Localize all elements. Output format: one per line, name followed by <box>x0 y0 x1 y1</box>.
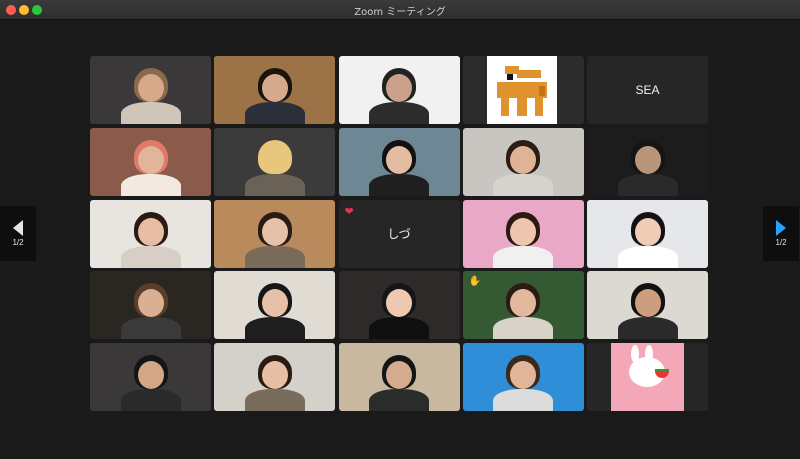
participant-silhouette <box>240 279 310 340</box>
participant-video <box>214 271 336 340</box>
participant-tile[interactable] <box>90 56 211 124</box>
participant-name: しづ <box>387 227 411 241</box>
participant-video <box>338 343 460 411</box>
participant-tile[interactable] <box>338 127 460 196</box>
raised-hand-icon: ✋ <box>468 276 482 288</box>
participant-tile[interactable] <box>462 56 584 124</box>
participant-video <box>587 127 708 196</box>
pixel-dog-avatar <box>486 56 557 124</box>
participant-silhouette <box>488 279 558 340</box>
heart-reaction-icon: ❤ <box>344 205 354 218</box>
previous-page-button[interactable]: 1/2 <box>0 206 36 261</box>
participant-video <box>587 271 708 340</box>
participant-silhouette <box>116 136 186 196</box>
participant-tile[interactable] <box>587 127 708 196</box>
participant-silhouette <box>116 279 186 340</box>
participant-tile[interactable] <box>462 343 584 411</box>
participant-video <box>90 56 211 124</box>
participant-video <box>338 127 460 196</box>
participant-tile[interactable]: しづ ❤ <box>338 199 460 268</box>
participant-silhouette <box>364 64 434 124</box>
participant-tile[interactable] <box>90 127 211 196</box>
participant-silhouette <box>240 351 310 411</box>
participant-tile[interactable] <box>214 343 336 411</box>
participant-video <box>90 343 211 411</box>
window-title: Zoom ミーティング <box>354 7 446 18</box>
participant-silhouette <box>488 136 558 196</box>
participant-silhouette <box>488 351 558 411</box>
participant-video <box>214 127 336 196</box>
participant-silhouette <box>116 208 186 268</box>
participant-tile[interactable] <box>462 127 584 196</box>
participant-tile[interactable] <box>90 199 211 268</box>
participant-tile[interactable] <box>338 56 460 124</box>
participant-silhouette <box>240 136 310 196</box>
participant-video <box>338 271 460 340</box>
window-titlebar: Zoom ミーティング <box>0 0 800 20</box>
participant-silhouette <box>488 208 558 268</box>
next-page-button[interactable]: 1/2 <box>763 206 799 261</box>
participant-tile[interactable] <box>587 343 708 411</box>
participant-video <box>214 56 336 124</box>
participant-tile[interactable] <box>338 343 460 411</box>
participant-video <box>462 127 584 196</box>
participant-tile[interactable] <box>214 127 336 196</box>
participant-silhouette <box>613 208 683 268</box>
participant-video <box>90 127 211 196</box>
participant-tile[interactable] <box>214 56 336 124</box>
participant-silhouette <box>364 136 434 196</box>
participant-video <box>587 199 708 268</box>
participant-tile[interactable]: SEA <box>587 56 708 124</box>
participant-silhouette <box>240 64 310 124</box>
chevron-left-icon <box>13 220 23 236</box>
gallery-view-grid: SEA しづ ❤ ✋ <box>90 56 708 411</box>
participant-video <box>462 343 584 411</box>
chevron-right-icon <box>776 220 786 236</box>
participant-silhouette <box>240 208 310 268</box>
participant-tile[interactable]: ✋ <box>462 271 584 340</box>
shared-image <box>611 343 684 411</box>
participant-tile[interactable] <box>214 199 336 268</box>
participant-video <box>214 343 336 411</box>
participant-name: SEA <box>635 83 660 97</box>
participant-silhouette <box>613 136 683 196</box>
participant-silhouette <box>116 351 186 411</box>
participant-tile[interactable] <box>338 271 460 340</box>
participant-video <box>462 199 584 268</box>
participant-tile[interactable] <box>90 343 211 411</box>
participant-tile[interactable] <box>214 271 336 340</box>
participant-silhouette <box>116 64 186 124</box>
previous-page-indicator: 1/2 <box>12 238 24 247</box>
participant-tile[interactable] <box>587 271 708 340</box>
participant-silhouette <box>613 279 683 340</box>
participant-video <box>214 199 336 268</box>
participant-silhouette <box>364 279 434 340</box>
participant-video <box>90 199 211 268</box>
participant-tile[interactable] <box>462 199 584 268</box>
participant-silhouette <box>364 351 434 411</box>
participant-video <box>90 271 211 340</box>
participant-video <box>338 56 460 124</box>
participant-tile[interactable] <box>90 271 211 340</box>
participant-tile[interactable] <box>587 199 708 268</box>
next-page-indicator: 1/2 <box>775 238 787 247</box>
